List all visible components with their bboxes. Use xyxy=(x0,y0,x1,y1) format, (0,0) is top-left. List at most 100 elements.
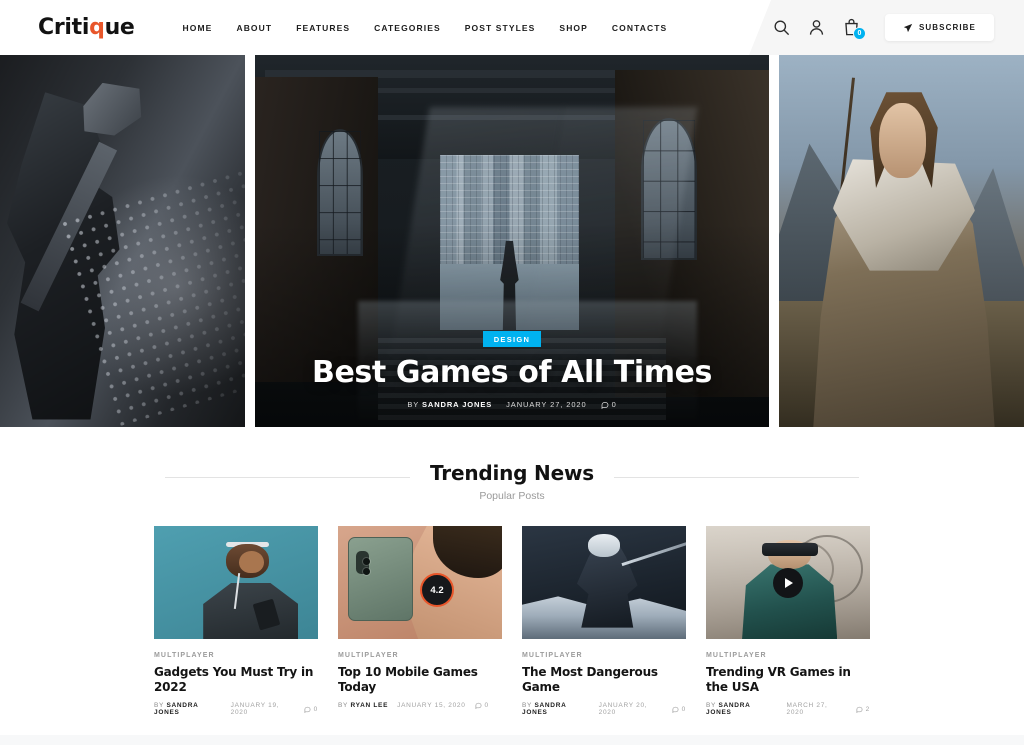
subscribe-label: SUBSCRIBE xyxy=(918,23,976,32)
card-2-comments[interactable]: 0 xyxy=(475,702,489,709)
subscribe-button[interactable]: SUBSCRIBE xyxy=(884,14,994,41)
card-1-comments[interactable]: 0 xyxy=(304,706,318,713)
card-4-comments[interactable]: 2 xyxy=(856,706,870,713)
card-2-meta: BY RYAN LEE JANUARY 15, 2020 0 xyxy=(338,702,502,709)
hero-slide-main[interactable]: DESIGN Best Games of All Times BY SANDRA… xyxy=(255,55,769,427)
hero-author-name[interactable]: SANDRA JONES xyxy=(422,400,492,409)
comment-icon xyxy=(672,706,679,713)
hero-slider: DESIGN Best Games of All Times BY SANDRA… xyxy=(0,55,1024,427)
card-3-comment-count: 0 xyxy=(681,705,686,713)
trending-card-4: MULTIPLAYER Trending VR Games in the USA… xyxy=(706,526,870,716)
cart-bag-icon[interactable]: 0 xyxy=(842,18,866,40)
card-1-author: BY SANDRA JONES xyxy=(154,702,222,716)
card-2-lens-2 xyxy=(362,568,370,576)
nav-item-features[interactable]: FEATURES xyxy=(296,23,350,33)
card-4-author-prefix: BY xyxy=(706,702,716,709)
nav-item-home[interactable]: HOME xyxy=(183,23,213,33)
trending-card-3: MULTIPLAYER The Most Dangerous Game BY S… xyxy=(522,526,686,716)
card-2-lens-1 xyxy=(362,558,370,566)
card-4-play-button[interactable] xyxy=(773,567,803,598)
trending-card-2: 4.2 MULTIPLAYER Top 10 Mobile Games Toda… xyxy=(338,526,502,716)
card-1-author-prefix: BY xyxy=(154,702,164,709)
card-1-title[interactable]: Gadgets You Must Try in 2022 xyxy=(154,665,318,695)
trending-cards: MULTIPLAYER Gadgets You Must Try in 2022… xyxy=(0,502,1024,716)
page-root: Critique HOME ABOUT FEATURES CATEGORIES … xyxy=(0,0,1024,745)
card-4-comment-count: 2 xyxy=(865,705,870,713)
card-3-author: BY SANDRA JONES xyxy=(522,702,590,716)
user-icon[interactable] xyxy=(807,18,826,37)
footer-strip xyxy=(0,735,1024,745)
card-4-title[interactable]: Trending VR Games in the USA xyxy=(706,665,870,695)
hero-author-prefix: BY xyxy=(407,400,420,409)
nav-item-contacts[interactable]: CONTACTS xyxy=(612,23,667,33)
card-4-vr-headset xyxy=(761,542,818,557)
card-1-comment-count: 0 xyxy=(313,705,318,713)
nav-item-shop[interactable]: SHOP xyxy=(559,23,588,33)
hero-comment-count: 0 xyxy=(611,400,617,409)
main-navigation: HOME ABOUT FEATURES CATEGORIES POST STYL… xyxy=(183,23,668,33)
play-icon xyxy=(785,577,793,588)
hero-date: JANUARY 27, 2020 xyxy=(506,400,587,409)
search-icon[interactable] xyxy=(772,18,791,37)
card-3-thumbnail[interactable] xyxy=(522,526,686,639)
hero-title[interactable]: Best Games of All Times xyxy=(255,356,769,389)
card-1-body xyxy=(203,582,299,639)
logo-text-part2: ue xyxy=(104,15,135,40)
card-1-date: JANUARY 19, 2020 xyxy=(230,702,280,716)
card-3-white-hair xyxy=(587,533,621,557)
card-1-category[interactable]: MULTIPLAYER xyxy=(154,652,318,659)
card-3-date: JANUARY 20, 2020 xyxy=(598,702,648,716)
trending-news-section: Trending News Popular Posts MULTIPLAYER … xyxy=(0,427,1024,745)
trending-rule-left xyxy=(165,477,450,478)
card-2-phone xyxy=(347,537,414,621)
hero-slide-left[interactable] xyxy=(0,55,245,427)
card-4-thumbnail[interactable] xyxy=(706,526,870,639)
trending-header: Trending News Popular Posts xyxy=(0,461,1024,502)
card-3-title[interactable]: The Most Dangerous Game xyxy=(522,665,686,695)
card-2-date: JANUARY 15, 2020 xyxy=(397,702,466,709)
card-1-thumbnail[interactable] xyxy=(154,526,318,639)
card-2-category[interactable]: MULTIPLAYER xyxy=(338,652,502,659)
comment-icon xyxy=(475,702,482,709)
card-1-face xyxy=(239,550,264,574)
hero-category-badge[interactable]: DESIGN xyxy=(482,331,542,347)
nav-item-post-styles[interactable]: POST STYLES xyxy=(465,23,536,33)
card-2-comment-count: 0 xyxy=(484,702,489,709)
comment-icon xyxy=(304,706,311,713)
hero-slide-right[interactable] xyxy=(779,55,1024,427)
trending-subtitle: Popular Posts xyxy=(479,490,545,502)
site-logo[interactable]: Critique xyxy=(38,15,135,40)
nav-item-about[interactable]: ABOUT xyxy=(236,23,272,33)
card-4-meta: BY SANDRA JONES MARCH 27, 2020 2 xyxy=(706,702,870,716)
trending-card-1: MULTIPLAYER Gadgets You Must Try in 2022… xyxy=(154,526,318,716)
card-3-comments[interactable]: 0 xyxy=(672,706,686,713)
hero-author: BY SANDRA JONES xyxy=(407,400,492,409)
card-2-author-name[interactable]: RYAN LEE xyxy=(350,702,388,709)
card-3-author-prefix: BY xyxy=(522,702,532,709)
cart-count-badge: 0 xyxy=(852,27,866,40)
card-1-meta: BY SANDRA JONES JANUARY 19, 2020 0 xyxy=(154,702,318,716)
card-3-sword xyxy=(621,538,686,566)
card-4-date: MARCH 27, 2020 xyxy=(786,702,828,716)
card-2-thumbnail[interactable]: 4.2 xyxy=(338,526,502,639)
paper-plane-icon xyxy=(903,23,913,33)
comment-icon xyxy=(856,706,863,713)
site-header: Critique HOME ABOUT FEATURES CATEGORIES … xyxy=(0,0,1024,55)
nav-item-categories[interactable]: CATEGORIES xyxy=(374,23,441,33)
card-3-category[interactable]: MULTIPLAYER xyxy=(522,652,686,659)
trending-title: Trending News xyxy=(410,461,614,485)
card-2-title[interactable]: Top 10 Mobile Games Today xyxy=(338,665,502,695)
hero-right-face xyxy=(879,103,926,178)
logo-text-part1: Criti xyxy=(38,15,90,40)
trending-rule-right xyxy=(574,477,859,478)
hero-comments[interactable]: 0 xyxy=(601,400,617,409)
card-2-author: BY RYAN LEE xyxy=(338,702,388,709)
card-4-author: BY SANDRA JONES xyxy=(706,702,778,716)
card-2-author-prefix: BY xyxy=(338,702,348,709)
card-4-category[interactable]: MULTIPLAYER xyxy=(706,652,870,659)
comment-icon xyxy=(601,401,609,409)
hero-content: DESIGN Best Games of All Times BY SANDRA… xyxy=(255,329,769,409)
logo-accent-letter: q xyxy=(89,15,105,40)
card-3-meta: BY SANDRA JONES JANUARY 20, 2020 0 xyxy=(522,702,686,716)
header-actions: 0 SUBSCRIBE xyxy=(772,0,994,55)
